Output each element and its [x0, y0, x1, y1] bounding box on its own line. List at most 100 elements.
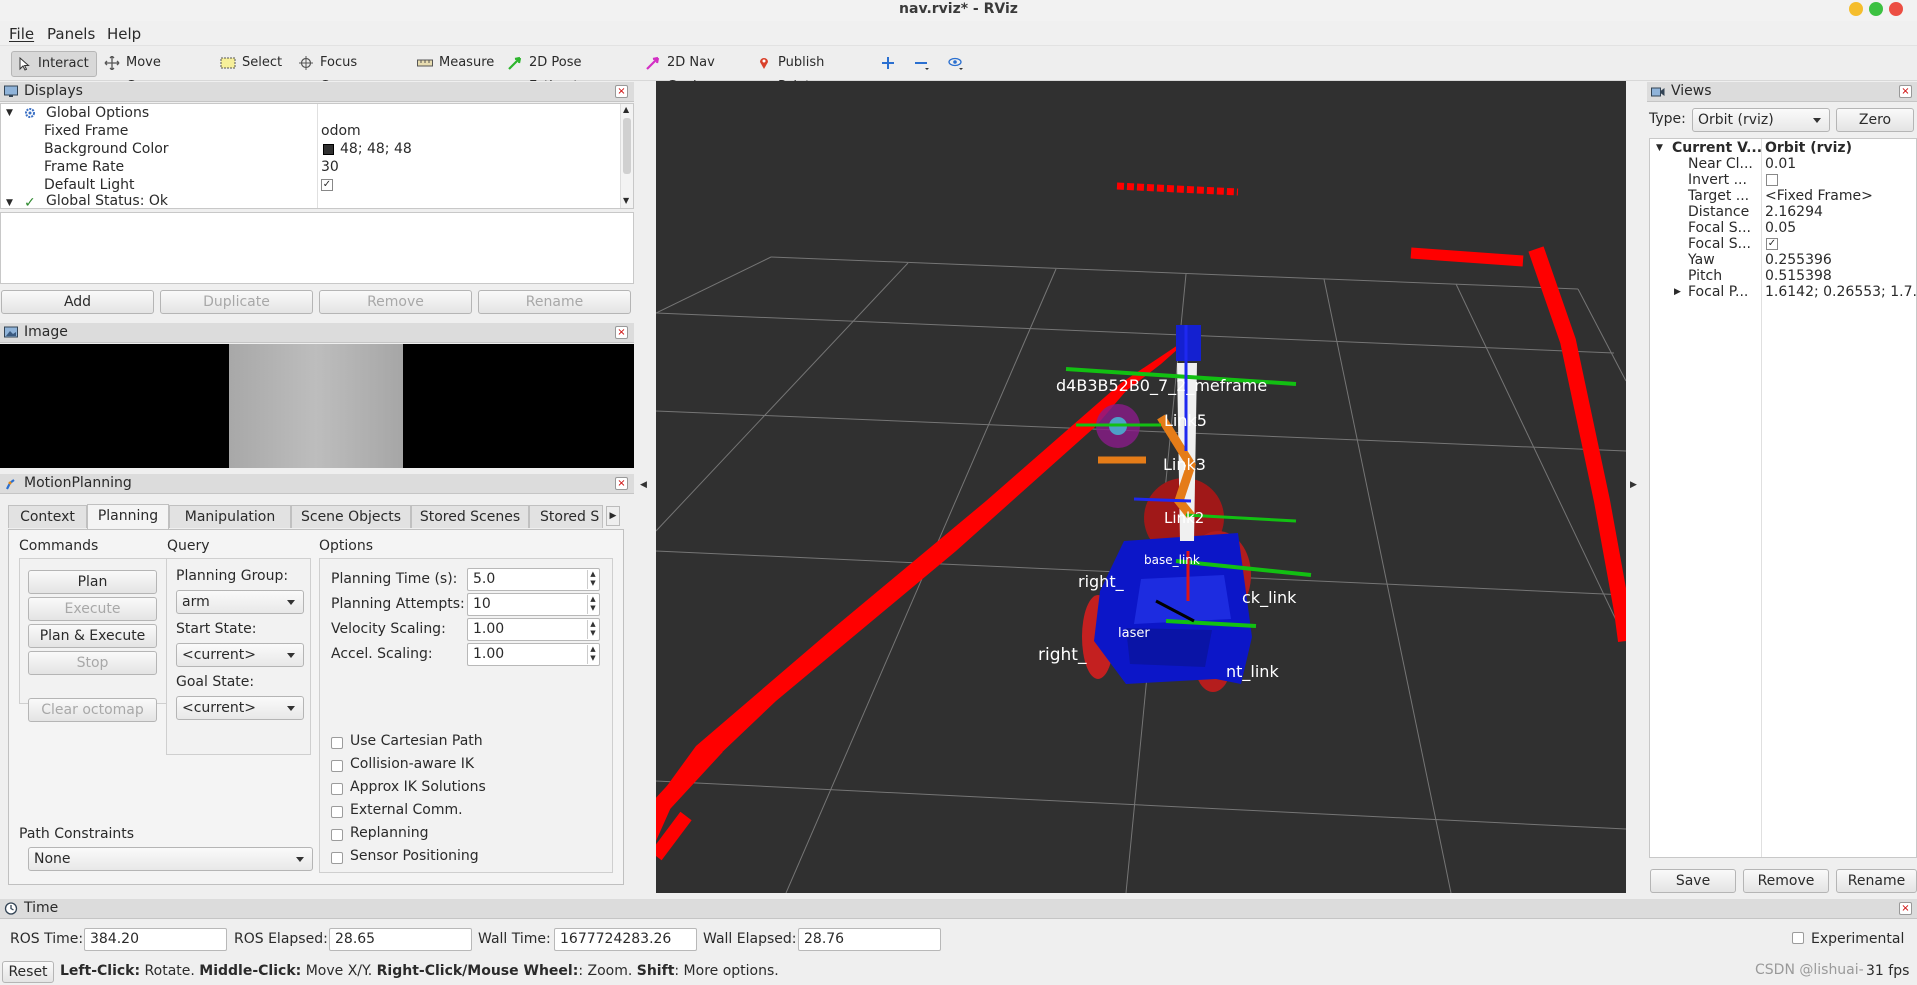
scroll-down-arrow-icon[interactable]: ▼	[623, 196, 629, 205]
goal-state-select[interactable]: <current>	[176, 696, 304, 720]
ros-elapsed-field[interactable]: 28.65	[329, 928, 472, 951]
scene-canvas[interactable]: d4B3B52B0_7_2_meframe Link5 Link3 Link2 …	[656, 81, 1626, 893]
view-type-select[interactable]: Orbit (rviz)	[1692, 108, 1830, 132]
invert-checkbox[interactable]	[1766, 174, 1778, 186]
select-tool-button[interactable]: Select	[216, 51, 282, 77]
spinner-arrows-icon[interactable]: ▲ ▼	[587, 620, 598, 639]
property-value[interactable]: 1.6142; 0.26553; 1.7...	[1765, 283, 1916, 301]
planning-time-input[interactable]: 5.0 ▲ ▼	[467, 568, 600, 591]
stop-button[interactable]: Stop	[28, 651, 157, 675]
views-panel-header: Views ×	[1647, 82, 1917, 102]
expand-arrow-icon[interactable]: ▼	[6, 194, 13, 208]
execute-button[interactable]: Execute	[28, 597, 157, 621]
spinner-arrows-icon[interactable]: ▲ ▼	[587, 570, 598, 589]
global-status-label: Global Status: Ok	[46, 194, 169, 208]
laser-label: laser	[1118, 626, 1150, 641]
remove-display-button[interactable]: Remove	[319, 290, 472, 314]
displays-close-button[interactable]: ×	[615, 85, 628, 98]
zero-view-button[interactable]: Zero	[1836, 108, 1914, 132]
menu-file[interactable]: File	[9, 25, 34, 43]
motion-planning-close-button[interactable]: ×	[615, 477, 628, 490]
image-close-button[interactable]: ×	[615, 326, 628, 339]
clear-octomap-button[interactable]: Clear octomap	[28, 698, 157, 722]
option-label: Collision-aware IK	[350, 756, 475, 772]
focal-point-row[interactable]: ▶ Focal P... 1.6142; 0.26553; 1.7...	[1650, 283, 1916, 301]
planning-attempts-input[interactable]: 10 ▲ ▼	[467, 593, 600, 616]
tab-planning[interactable]: Planning	[87, 504, 169, 529]
checkbox[interactable]	[331, 852, 343, 864]
background-color-row[interactable]: Background Color 48; 48; 48	[1, 140, 621, 158]
tab-scene-objects[interactable]: Scene Objects	[291, 505, 411, 528]
minimize-button[interactable]	[1849, 2, 1863, 16]
nav-goal-tool-button[interactable]: 2D Nav Goal	[641, 51, 736, 94]
displays-title: Displays	[24, 83, 83, 99]
property-value[interactable]: 30	[321, 158, 339, 176]
duplicate-display-button[interactable]: Duplicate	[160, 290, 313, 314]
add-display-button[interactable]: Add	[1, 290, 154, 314]
frame-rate-row[interactable]: Frame Rate 30	[1, 158, 621, 176]
interact-tool-button[interactable]: Interact	[11, 51, 97, 77]
checkbox[interactable]	[331, 806, 343, 818]
views-close-button[interactable]: ×	[1899, 85, 1912, 98]
save-view-button[interactable]: Save	[1650, 869, 1736, 893]
time-close-button[interactable]: ×	[1899, 902, 1912, 915]
scroll-up-arrow-icon[interactable]: ▲	[623, 105, 629, 114]
global-status-row[interactable]: ▼ ✓ Global Status: Ok	[1, 194, 621, 208]
start-state-select[interactable]: <current>	[176, 643, 304, 667]
option-label: Approx IK Solutions	[350, 779, 486, 795]
maximize-button[interactable]	[1869, 2, 1883, 16]
remove-view-button[interactable]: Remove	[1743, 869, 1829, 893]
menu-help[interactable]: Help	[107, 25, 141, 43]
default-light-row[interactable]: Default Light ✓	[1, 176, 621, 194]
add-tool-button[interactable]	[876, 51, 902, 77]
remove-tool-button[interactable]	[909, 51, 935, 77]
property-value[interactable]: odom	[321, 122, 361, 140]
experimental-checkbox[interactable]	[1792, 932, 1804, 944]
move-camera-tool-button[interactable]: Move Camera	[100, 51, 200, 94]
checkbox[interactable]	[331, 760, 343, 772]
spinner-arrows-icon[interactable]: ▲ ▼	[587, 645, 598, 664]
checkbox[interactable]	[331, 783, 343, 795]
property-value[interactable]: 48; 48; 48	[340, 140, 412, 158]
displays-panel-header: Displays ×	[0, 82, 634, 102]
wall-elapsed-field[interactable]: 28.76	[798, 928, 941, 951]
expand-arrow-icon[interactable]: ▶	[1674, 283, 1681, 301]
expand-arrow-icon[interactable]: ▼	[6, 104, 13, 122]
fixed-frame-row[interactable]: Fixed Frame odom	[1, 122, 621, 140]
velocity-scaling-input[interactable]: 1.00 ▲ ▼	[467, 618, 600, 641]
tab-manipulation[interactable]: Manipulation	[169, 505, 291, 528]
right-splitter-arrow-icon[interactable]: ▶	[1630, 480, 1637, 490]
tab-scroll-right-arrow-icon[interactable]: ▶	[606, 506, 620, 526]
plan-button[interactable]: Plan	[28, 570, 157, 594]
checkbox[interactable]	[331, 737, 343, 749]
wall-time-field[interactable]: 1677724283.26	[554, 928, 697, 951]
path-constraints-select[interactable]: None	[28, 847, 313, 871]
measure-tool-button[interactable]: Measure	[413, 51, 494, 77]
rename-view-button[interactable]: Rename	[1836, 869, 1917, 893]
planning-group-select[interactable]: arm	[176, 590, 304, 614]
pose-estimate-tool-button[interactable]: 2D Pose Estimate	[503, 51, 627, 94]
checkbox[interactable]	[331, 829, 343, 841]
close-window-button[interactable]	[1889, 2, 1903, 16]
tool-properties-button[interactable]	[943, 51, 969, 77]
scrollbar-thumb[interactable]	[623, 118, 631, 174]
tab-stored-scenes[interactable]: Stored Scenes	[411, 505, 529, 528]
rename-display-button[interactable]: Rename	[478, 290, 631, 314]
3d-render-viewport[interactable]: d4B3B52B0_7_2_meframe Link5 Link3 Link2 …	[656, 81, 1626, 893]
left-splitter-arrow-icon[interactable]: ◀	[640, 480, 647, 490]
tab-stored-states[interactable]: Stored S	[529, 505, 603, 528]
focal-shape-checkbox[interactable]: ✓	[1766, 238, 1778, 250]
plan-and-execute-button[interactable]: Plan & Execute	[28, 624, 157, 648]
reset-button[interactable]: Reset	[2, 961, 54, 983]
tab-context[interactable]: Context	[8, 505, 87, 528]
menu-panels[interactable]: Panels	[47, 25, 95, 43]
focus-camera-tool-button[interactable]: Focus Camera	[294, 51, 398, 94]
spinner-arrows-icon[interactable]: ▲ ▼	[587, 595, 598, 614]
displays-scrollbar[interactable]: ▲ ▼	[620, 104, 633, 208]
accel-scaling-input[interactable]: 1.00 ▲ ▼	[467, 643, 600, 666]
motion-planning-header: MotionPlanning ×	[0, 474, 634, 494]
global-options-row[interactable]: ▼ Global Options	[1, 104, 621, 122]
publish-point-tool-button[interactable]: Publish Point	[752, 51, 857, 94]
ros-time-field[interactable]: 384.20	[84, 928, 227, 951]
default-light-checkbox[interactable]: ✓	[321, 179, 333, 191]
